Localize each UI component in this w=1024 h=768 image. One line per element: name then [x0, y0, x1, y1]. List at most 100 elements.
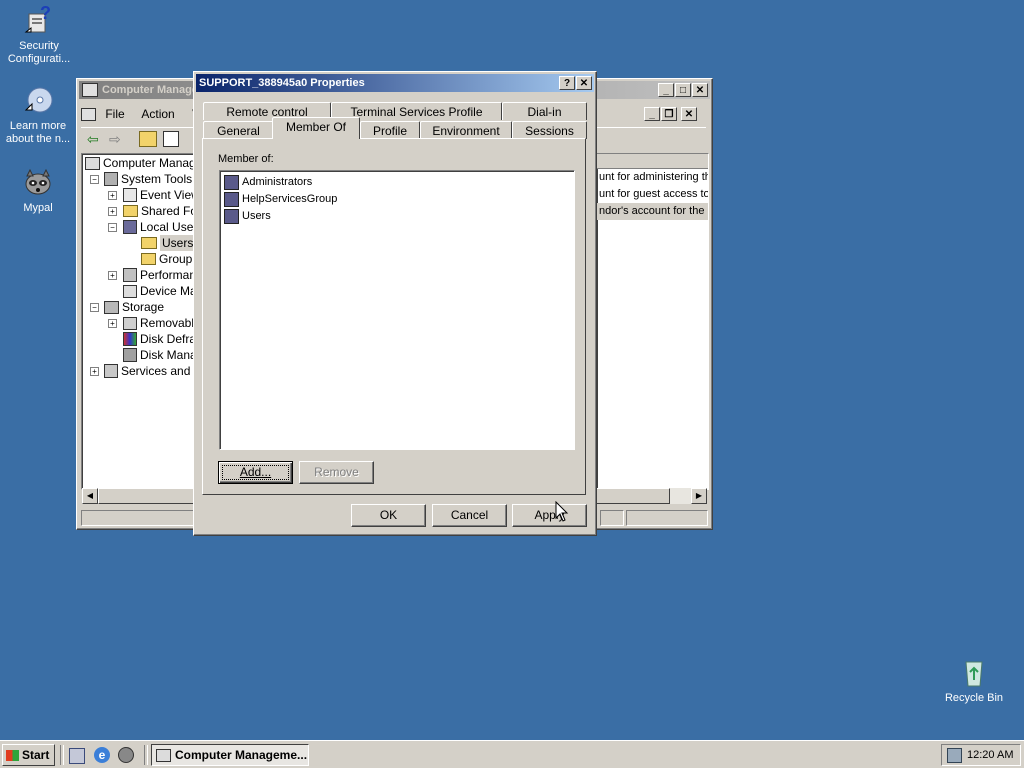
group-icon — [224, 208, 239, 224]
tree-label: Users — [160, 235, 194, 251]
show-hide-tree-icon[interactable] — [163, 131, 179, 147]
tab-environment[interactable]: Environment — [420, 121, 512, 139]
users-icon — [123, 220, 137, 234]
tree-item-disk-defragmenter[interactable]: Disk Defra — [123, 331, 194, 347]
member-of-label: Member of: — [218, 153, 274, 165]
show-desktop-icon[interactable] — [69, 748, 85, 764]
menu-file[interactable]: File — [105, 107, 124, 121]
disk-management-icon — [123, 348, 137, 362]
tree-item-removable-storage[interactable]: Removable — [123, 315, 194, 331]
button-label: Remove — [314, 465, 359, 479]
menu-action[interactable]: Action — [141, 107, 174, 121]
ok-button[interactable]: OK — [351, 504, 426, 527]
internet-explorer-icon[interactable]: e — [94, 747, 110, 763]
list-row[interactable]: unt for guest access to — [597, 186, 708, 203]
tree-item-device-manager[interactable]: Device Ma — [123, 283, 194, 299]
member-of-list[interactable]: Administrators HelpServicesGroup Users — [219, 170, 575, 450]
forward-arrow-icon[interactable]: ⇨ — [109, 131, 121, 148]
desktop-icon-security-config[interactable]: ? Security Configurati... — [0, 3, 79, 66]
network-tray-icon[interactable] — [947, 748, 962, 763]
desktop-icon-learn-more[interactable]: Learn more about the n... — [0, 84, 78, 146]
services-icon — [104, 364, 118, 378]
mmc-doc-icon — [81, 108, 96, 122]
list-item[interactable]: Administrators — [224, 174, 312, 190]
button-label: Add... — [239, 465, 272, 479]
list-row[interactable]: ndor's account for the H — [597, 203, 708, 220]
tree-item-computer-management[interactable]: Computer Manage — [85, 155, 194, 171]
tree-item-disk-management[interactable]: Disk Manag — [123, 347, 194, 363]
list-item[interactable]: HelpServicesGroup — [224, 191, 337, 207]
mypal-quicklaunch-icon[interactable] — [118, 747, 134, 763]
mypal-raccoon-icon — [22, 166, 54, 198]
child-minimize-button[interactable]: _ — [644, 107, 660, 121]
collapse-toggle[interactable]: − — [90, 175, 99, 184]
collapse-toggle[interactable]: − — [108, 223, 117, 232]
mouse-cursor-icon — [555, 501, 569, 522]
help-button[interactable]: ? — [559, 76, 575, 90]
tab-sessions[interactable]: Sessions — [512, 121, 587, 139]
tree-label: Disk Defra — [140, 332, 194, 346]
desktop-icon-label: Learn more about the n... — [5, 120, 71, 145]
tree-item-performance[interactable]: Performan — [123, 267, 194, 283]
desktop-icon-label: Security Configurati... — [7, 40, 71, 65]
group-icon — [224, 174, 239, 190]
desktop-icon-recycle-bin[interactable]: Recycle Bin — [934, 656, 1014, 705]
button-label: OK — [379, 508, 398, 522]
child-restore-button[interactable]: ❐ — [661, 107, 677, 121]
list-header[interactable] — [597, 154, 708, 169]
group-name: HelpServicesGroup — [242, 193, 338, 205]
minimize-button[interactable]: _ — [658, 83, 674, 97]
tree-container: Computer Manage − System Tools + Event V… — [82, 154, 194, 494]
tab-dial-in[interactable]: Dial-in — [502, 102, 587, 120]
device-manager-icon — [123, 284, 137, 298]
desktop-icon-mypal[interactable]: Mypal — [0, 166, 78, 215]
tree-label: Local User — [140, 220, 194, 234]
scroll-right-button[interactable]: ▶ — [691, 488, 707, 504]
start-button[interactable]: Start — [2, 744, 55, 766]
tree-item-system-tools[interactable]: System Tools — [104, 171, 192, 187]
add-button[interactable]: Add... — [218, 461, 293, 484]
dialog-title-bar[interactable]: SUPPORT_388945a0 Properties ? ✕ — [196, 74, 594, 92]
remove-button[interactable]: Remove — [299, 461, 374, 484]
close-button[interactable]: ✕ — [692, 83, 708, 97]
tree-label: Shared Fo — [141, 204, 194, 218]
tab-profile[interactable]: Profile — [360, 121, 420, 139]
tree-item-shared-folders[interactable]: Shared Fo — [123, 203, 194, 219]
tree-item-services-apps[interactable]: Services and A — [104, 363, 194, 379]
taskbar: Start e Computer Manageme... 12:20 AM — [0, 740, 1024, 768]
close-button[interactable]: ✕ — [576, 76, 592, 90]
tree-item-groups[interactable]: Group: — [141, 251, 194, 267]
expand-toggle[interactable]: + — [108, 191, 117, 200]
properties-dialog[interactable]: SUPPORT_388945a0 Properties ? ✕ Remote c… — [193, 71, 597, 536]
expand-toggle[interactable]: + — [108, 207, 117, 216]
tree-item-users[interactable]: Users — [141, 235, 194, 251]
maximize-button[interactable]: □ — [675, 83, 691, 97]
expand-toggle[interactable]: + — [108, 271, 117, 280]
expand-toggle[interactable]: + — [90, 367, 99, 376]
apply-button[interactable]: Apply — [512, 504, 587, 527]
mmc-list-pane[interactable]: unt for administering th unt for guest a… — [596, 153, 709, 490]
windows-logo-icon — [6, 750, 19, 762]
list-item[interactable]: Users — [224, 208, 271, 224]
tree-item-event-viewer[interactable]: Event View — [123, 187, 194, 203]
tree-label: System Tools — [121, 172, 193, 186]
folder-icon — [141, 253, 156, 265]
tree-item-local-users[interactable]: Local User — [123, 219, 194, 235]
removable-storage-icon — [123, 316, 137, 330]
event-viewer-icon — [123, 188, 137, 202]
cancel-button[interactable]: Cancel — [432, 504, 507, 527]
group-name: Users — [242, 210, 271, 222]
mmc-title: Computer Manage — [102, 84, 198, 96]
taskbar-button-computer-management[interactable]: Computer Manageme... — [151, 744, 309, 766]
defrag-icon — [123, 332, 137, 346]
tree-item-storage[interactable]: Storage — [104, 299, 164, 315]
collapse-toggle[interactable]: − — [90, 303, 99, 312]
expand-toggle[interactable]: + — [108, 319, 117, 328]
tab-member-of[interactable]: Member Of — [272, 117, 360, 139]
clock[interactable]: 12:20 AM — [967, 748, 1013, 762]
list-row[interactable]: unt for administering th — [597, 169, 708, 186]
back-arrow-icon[interactable]: ⇦ — [87, 131, 99, 148]
up-folder-icon[interactable] — [139, 131, 157, 147]
child-close-button[interactable]: ✕ — [681, 107, 697, 121]
tab-general[interactable]: General — [203, 121, 274, 139]
